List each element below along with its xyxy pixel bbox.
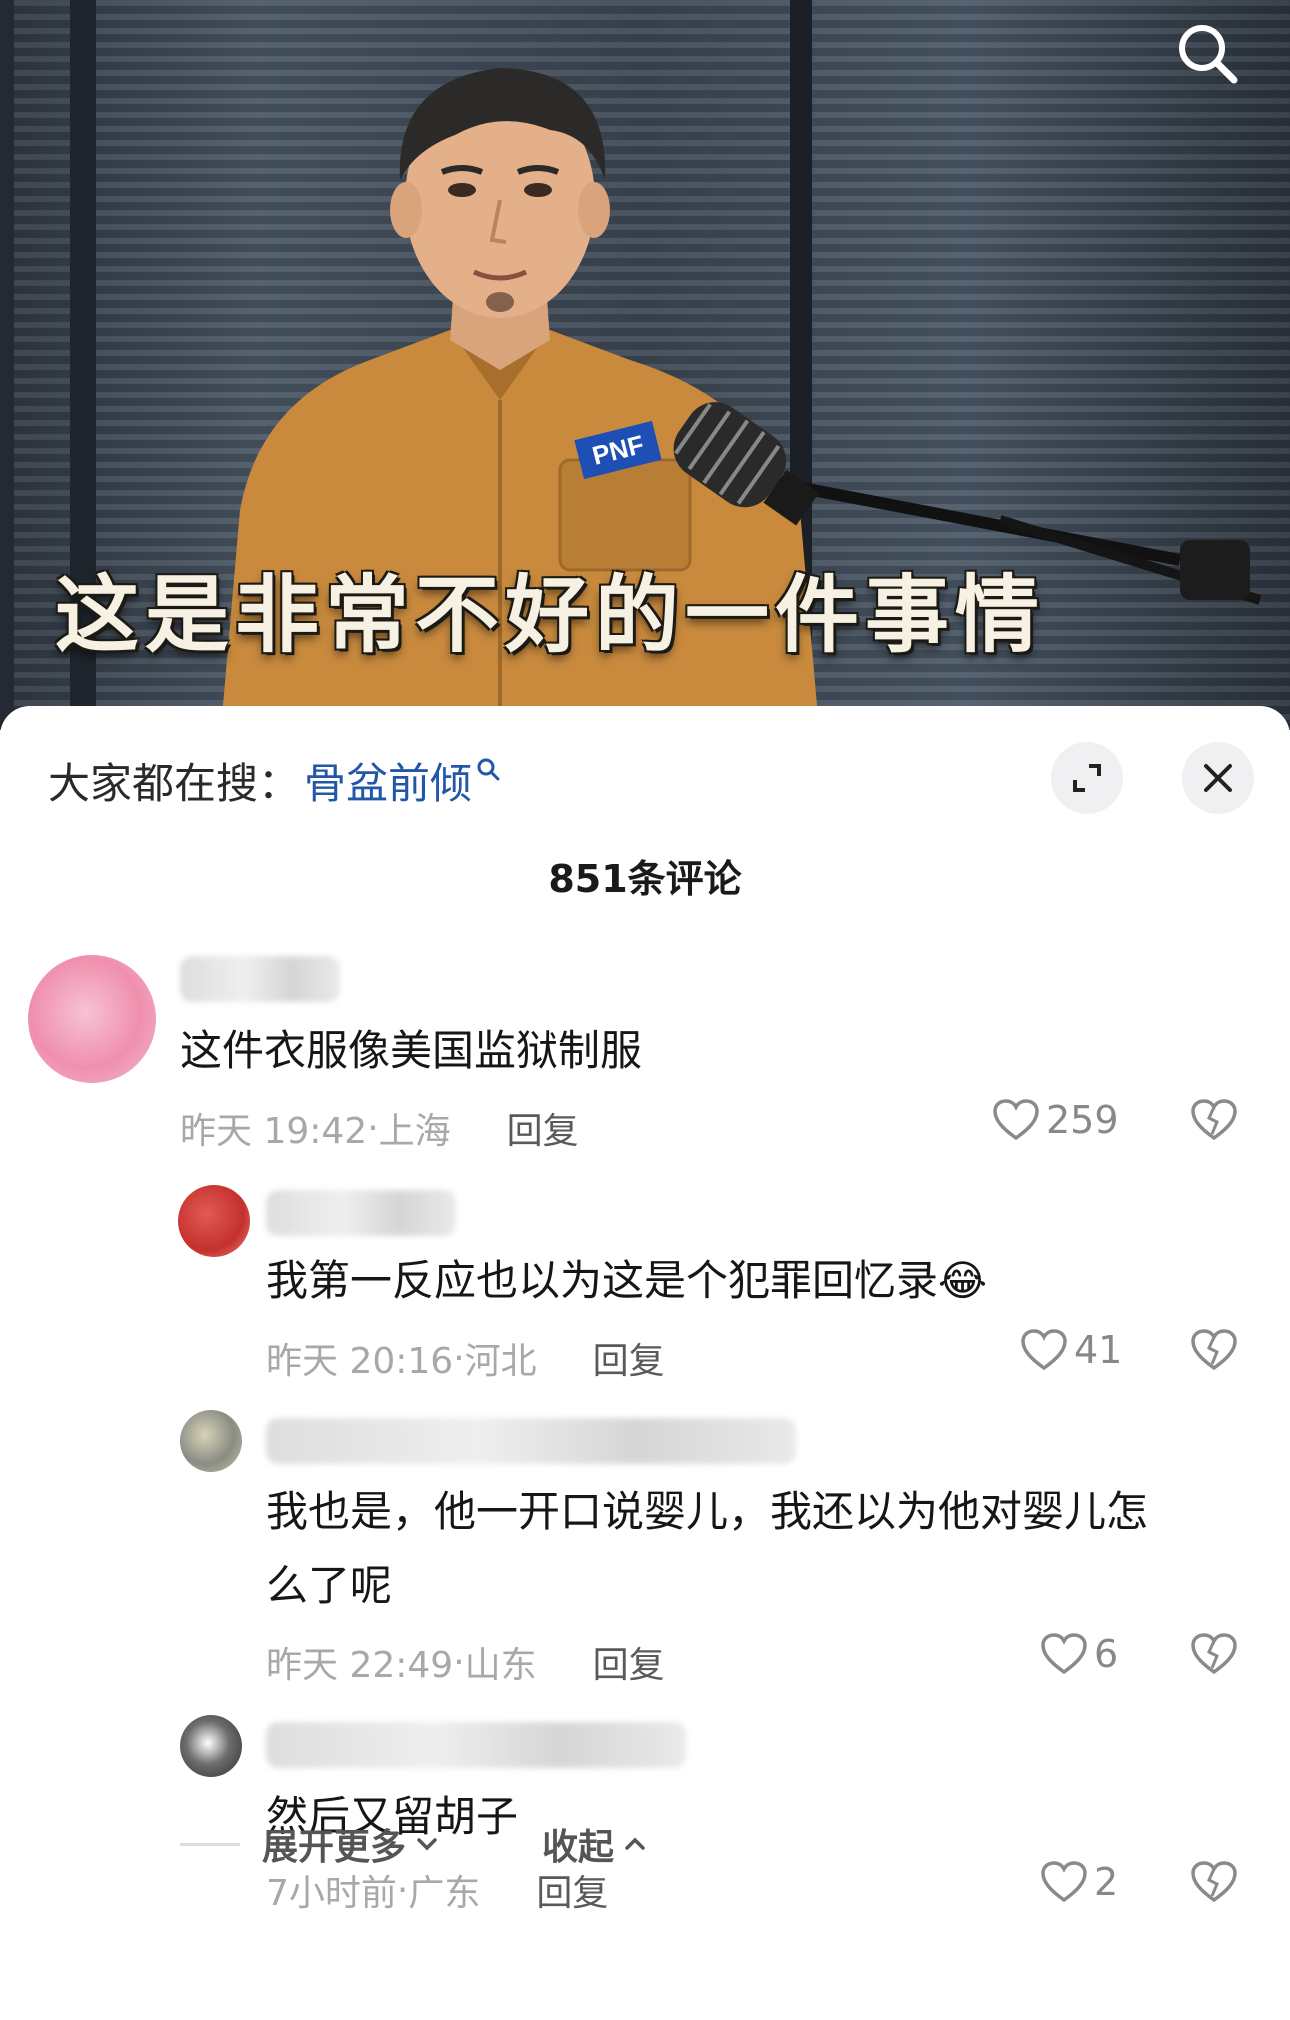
comment-meta: 7小时前 · 广东 回复 (266, 1864, 608, 1916)
avatar[interactable] (180, 1410, 242, 1472)
comment-count: 851条评论 (548, 857, 742, 901)
meta-dot: · (396, 1869, 409, 1911)
comment-meta: 昨天 19:42 · 上海 回复 (180, 1102, 579, 1154)
expand-icon (1073, 764, 1101, 792)
dislike-button[interactable] (1190, 1098, 1238, 1146)
like-count: 259 (1046, 1098, 1119, 1142)
like-button[interactable]: 6 (1040, 1632, 1118, 1676)
comment-time: 7小时前 (266, 1873, 397, 1914)
chevron-down-icon (417, 1838, 437, 1851)
meta-dot: · (367, 1107, 379, 1149)
dislike-button[interactable] (1190, 1328, 1238, 1376)
username-blurred[interactable] (266, 1418, 796, 1464)
dislike-button[interactable] (1190, 1632, 1238, 1680)
search-small-icon (477, 758, 500, 780)
heart-icon (1021, 1329, 1067, 1371)
reply-button[interactable]: 回复 (593, 1332, 665, 1384)
meta-dot: · (453, 1337, 465, 1379)
heart-icon (1041, 1633, 1087, 1675)
comment-time: 昨天 19:42 (180, 1111, 368, 1152)
broken-heart-icon (1191, 1861, 1237, 1903)
expand-button[interactable] (1051, 742, 1123, 814)
search-icon[interactable] (1172, 18, 1242, 88)
meta-dot: · (453, 1641, 465, 1683)
laughing-emoji: 😂 (938, 1256, 988, 1305)
collapse-label: 收起 (542, 1827, 615, 1868)
replies-toggle-row: 展开更多 收起 (180, 1818, 650, 1870)
avatar[interactable] (180, 1715, 242, 1777)
hot-search-prefix: 大家都在搜： (48, 759, 301, 808)
video-subtitle: 这是非常不好的一件事情 (54, 565, 1045, 664)
expand-more-button[interactable]: 展开更多 (262, 1818, 442, 1870)
like-count: 2 (1094, 1860, 1119, 1904)
divider (180, 1842, 240, 1846)
comment-time: 昨天 22:49 (266, 1645, 454, 1686)
close-button[interactable] (1182, 742, 1254, 814)
broken-heart-icon (1191, 1329, 1237, 1371)
avatar[interactable] (28, 955, 156, 1083)
like-button[interactable]: 2 (1040, 1860, 1118, 1904)
like-count: 6 (1094, 1632, 1119, 1676)
broken-heart-icon (1191, 1099, 1237, 1141)
comment-text-line: 么了呢 (266, 1561, 393, 1610)
broken-heart-icon (1191, 1633, 1237, 1675)
like-count: 41 (1074, 1328, 1123, 1372)
heart-icon (1041, 1861, 1087, 1903)
comment-text-line: 我也是，他一开口说婴儿，我还以为他对婴儿怎 (266, 1487, 1149, 1536)
comment-location: 河北 (464, 1341, 537, 1382)
expand-more-label: 展开更多 (262, 1827, 407, 1868)
chevron-up-icon (625, 1837, 645, 1850)
reply-button[interactable]: 回复 (536, 1864, 608, 1916)
comment-meta: 昨天 20:16 · 河北 回复 (266, 1332, 665, 1384)
reply-button[interactable]: 回复 (507, 1102, 579, 1154)
video-player[interactable]: PNF 这是非常不好的一件事情 (0, 0, 1290, 730)
heart-icon (993, 1099, 1039, 1141)
comment-text-body: 我第一反应也以为这是个犯罪回忆录 (266, 1256, 939, 1305)
comment-location: 山东 (464, 1645, 537, 1686)
comment-location: 广东 (408, 1873, 481, 1914)
comment-text: 我第一反应也以为这是个犯罪回忆录😂 (266, 1244, 987, 1318)
avatar[interactable] (178, 1185, 250, 1257)
close-icon (1204, 764, 1232, 792)
username-blurred[interactable] (266, 1190, 456, 1236)
hot-search-bar[interactable]: 大家都在搜： 骨盆前倾 (48, 750, 502, 811)
comment-time: 昨天 20:16 (266, 1341, 454, 1382)
like-button[interactable]: 41 (1020, 1328, 1122, 1372)
dislike-button[interactable] (1190, 1860, 1238, 1908)
comment-location: 上海 (378, 1111, 451, 1152)
username-blurred[interactable] (266, 1722, 686, 1768)
hot-search-term[interactable]: 骨盆前倾 (304, 750, 472, 811)
comment-meta: 昨天 22:49 · 山东 回复 (266, 1636, 665, 1688)
like-button[interactable]: 259 (992, 1098, 1119, 1142)
username-blurred[interactable] (180, 956, 340, 1002)
reply-button[interactable]: 回复 (593, 1636, 665, 1688)
comment-text: 这件衣服像美国监狱制服 (180, 1026, 643, 1075)
collapse-button[interactable]: 收起 (542, 1818, 650, 1870)
